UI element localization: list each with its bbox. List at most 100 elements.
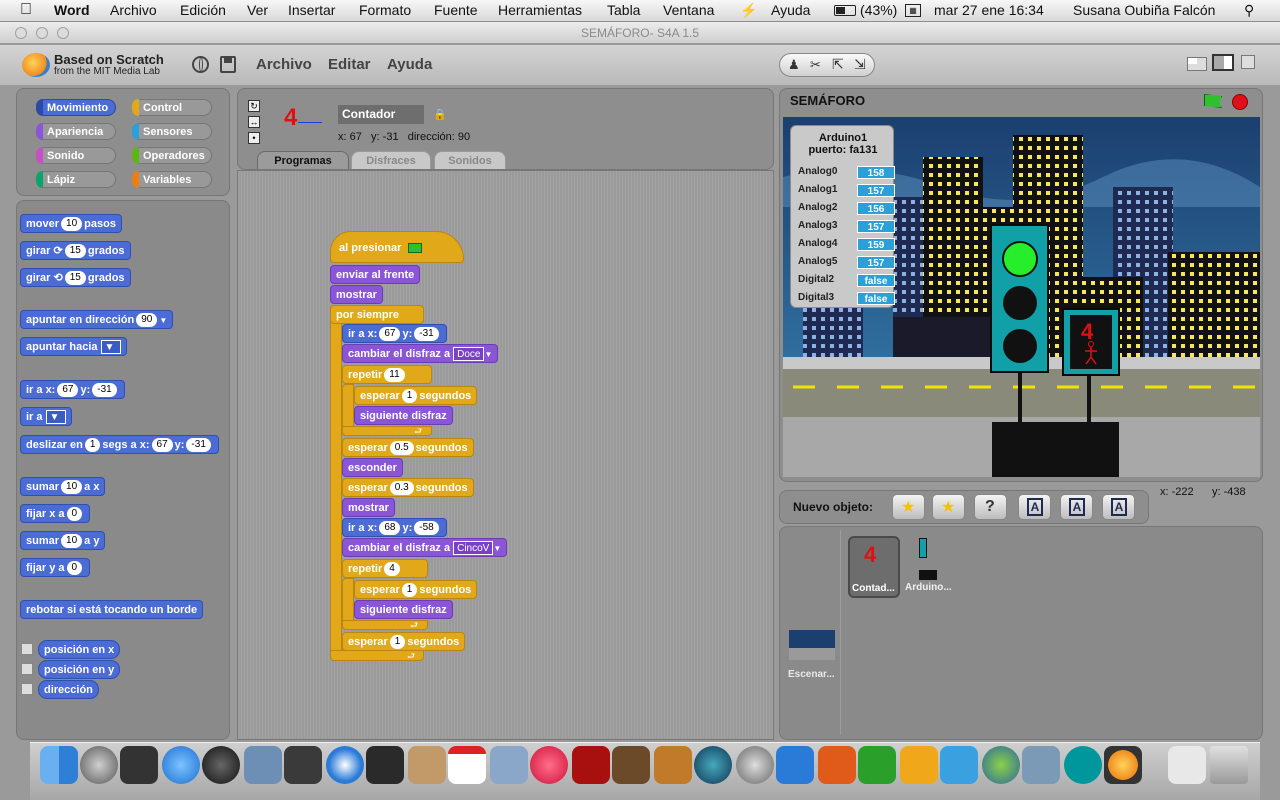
random-sprite-button[interactable]: ? <box>974 494 1007 520</box>
itunes-icon[interactable] <box>530 746 568 784</box>
menu-app-word[interactable]: Word <box>54 2 90 18</box>
scripts-area[interactable] <box>237 170 774 740</box>
scissors-icon[interactable]: ✂ <box>810 57 821 73</box>
small-stage-icon[interactable] <box>1187 57 1207 71</box>
block-cambiar-disfraz-1[interactable]: cambiar el disfraz a Doce ▼ <box>342 344 499 363</box>
rotate-style-none-icon[interactable]: • <box>248 132 260 144</box>
category-sound[interactable]: Sonido <box>36 147 116 164</box>
block-esperar-5[interactable]: esperar 1 segundos <box>342 632 466 651</box>
block-ir-a-xy-2[interactable]: ir a x: 68 y: -58 <box>342 518 447 537</box>
dashboard-icon[interactable] <box>202 746 240 784</box>
photos-icon[interactable] <box>490 746 528 784</box>
rotate-style-flip-icon[interactable]: ↔ <box>248 116 260 128</box>
tab-disfraces[interactable]: Disfraces <box>351 151 431 169</box>
stage-thumbnail[interactable] <box>789 630 835 660</box>
user-name[interactable]: Susana Oubiña Falcón <box>1073 2 1215 18</box>
block-repetir-2[interactable]: repetir 4 <box>342 559 428 578</box>
menu-edit[interactable]: Editar <box>328 56 371 73</box>
board-sprite-paint-button[interactable]: A <box>1060 494 1093 520</box>
reporter-posicion-x[interactable]: posición en x <box>38 640 121 659</box>
green-flag-button[interactable] <box>1204 94 1222 108</box>
mission-control-icon[interactable] <box>120 746 158 784</box>
shrink-icon[interactable]: ⇲ <box>854 56 866 73</box>
calendar-dock-icon[interactable] <box>448 746 486 784</box>
grow-icon[interactable]: ⇱ <box>832 56 844 73</box>
category-motion[interactable]: Movimiento <box>36 99 116 116</box>
menu-fuente[interactable]: Fuente <box>434 2 478 18</box>
block-mover[interactable]: mover 10 pasos <box>20 214 122 233</box>
block-apuntar-hacia[interactable]: apuntar hacia ▼ <box>20 337 127 356</box>
category-sensing[interactable]: Sensores <box>132 123 212 140</box>
block-cambiar-disfraz-2[interactable]: cambiar el disfraz a CincoV ▼ <box>342 538 508 557</box>
powerpoint-icon[interactable] <box>818 746 856 784</box>
checkbox-posicion-y[interactable] <box>21 663 33 675</box>
menu-tabla[interactable]: Tabla <box>607 2 640 18</box>
block-ir-a[interactable]: ir a ▼ <box>20 407 72 426</box>
apple-icon[interactable]:  <box>20 1 32 19</box>
menu-archivo[interactable]: Archivo <box>110 2 157 18</box>
calendar-icon[interactable]: ▦ <box>905 4 921 17</box>
block-esperar-4[interactable]: esperar 1 segundos <box>354 580 478 599</box>
outlook-icon[interactable] <box>900 746 938 784</box>
zoom-window-button[interactable] <box>57 27 69 39</box>
mail-stamp-icon[interactable] <box>244 746 282 784</box>
menu-edicion[interactable]: Edición <box>180 2 226 18</box>
excel-icon[interactable] <box>858 746 896 784</box>
block-girar-izquierda[interactable]: girar ⟲ 15 grados <box>20 268 131 287</box>
checkbox-direccion[interactable] <box>21 683 33 695</box>
category-operators[interactable]: Operadores <box>132 147 212 164</box>
garageband-icon[interactable] <box>654 746 692 784</box>
save-icon[interactable] <box>220 56 236 73</box>
category-variables[interactable]: Variables <box>132 171 212 188</box>
bolt-icon[interactable]: ⚡ <box>740 2 757 19</box>
block-fijar-x[interactable]: fijar x a0 <box>20 504 91 523</box>
menu-help[interactable]: Ayuda <box>387 56 432 73</box>
block-sumar-x[interactable]: sumar 10 a x <box>20 477 106 496</box>
launchpad-icon[interactable] <box>80 746 118 784</box>
block-ir-a-xy[interactable]: ir a x: 67 y: -31 <box>20 380 125 399</box>
stop-button[interactable] <box>1232 94 1248 110</box>
minimize-window-button[interactable] <box>36 27 48 39</box>
sprite-name-field[interactable]: Contador <box>338 105 424 124</box>
reporter-posicion-y[interactable]: posición en y <box>38 660 121 679</box>
messenger-icon[interactable] <box>940 746 978 784</box>
arduino-sensor-board[interactable]: Arduino1 puerto: fa131 Analog0 158 Analog… <box>790 125 895 308</box>
word-icon[interactable] <box>776 746 814 784</box>
time-machine-icon[interactable] <box>694 746 732 784</box>
finder-icon[interactable] <box>40 746 78 784</box>
trash-icon[interactable] <box>1210 746 1248 784</box>
downloads-globe-icon[interactable] <box>982 746 1020 784</box>
iphoto-icon[interactable] <box>612 746 650 784</box>
imovie-star-icon[interactable] <box>366 746 404 784</box>
system-preferences-icon[interactable] <box>736 746 774 784</box>
contacts-icon[interactable] <box>408 746 446 784</box>
board-sprite-button[interactable]: A <box>1018 494 1051 520</box>
menu-formato[interactable]: Formato <box>359 2 411 18</box>
tab-sonidos[interactable]: Sonidos <box>434 151 506 169</box>
app-store-icon[interactable] <box>162 746 200 784</box>
block-fijar-y[interactable]: fijar y a0 <box>20 558 91 577</box>
category-pen[interactable]: Lápiz <box>36 171 116 188</box>
block-ir-a-xy-1[interactable]: ir a x: 67 y: -31 <box>342 324 447 343</box>
block-siguiente-disfraz-1[interactable]: siguiente disfraz <box>354 406 453 425</box>
reporter-direccion[interactable]: dirección <box>38 680 99 699</box>
category-looks[interactable]: Apariencia <box>36 123 116 140</box>
block-deslizar[interactable]: deslizar en 1 segs a x: 67 y: -31 <box>20 435 219 454</box>
rotate-style-full-icon[interactable]: ↻ <box>248 100 260 112</box>
menu-herramientas[interactable]: Herramientas <box>498 2 582 18</box>
facetime-icon[interactable] <box>284 746 322 784</box>
block-enviar-al-frente[interactable]: enviar al frente <box>330 265 421 284</box>
close-window-button[interactable] <box>15 27 27 39</box>
block-apuntar-direccion[interactable]: apuntar en dirección 90 ▼ <box>20 310 174 329</box>
category-control[interactable]: Control <box>132 99 212 116</box>
block-mostrar[interactable]: mostrar <box>330 285 383 304</box>
block-sumar-y[interactable]: sumar 10 a y <box>20 531 106 550</box>
photo-booth-icon[interactable] <box>572 746 610 784</box>
block-esperar-1[interactable]: esperar 1 segundos <box>354 386 478 405</box>
block-por-siempre[interactable]: por siempre <box>330 305 424 324</box>
sprite-card-contador[interactable]: 4 Contad... <box>848 536 900 598</box>
block-esperar-2[interactable]: esperar 0.5 segundos <box>342 438 474 457</box>
globe-icon[interactable] <box>192 56 209 73</box>
stamp-icon[interactable]: ♟ <box>788 57 800 73</box>
safari-icon[interactable] <box>326 746 364 784</box>
